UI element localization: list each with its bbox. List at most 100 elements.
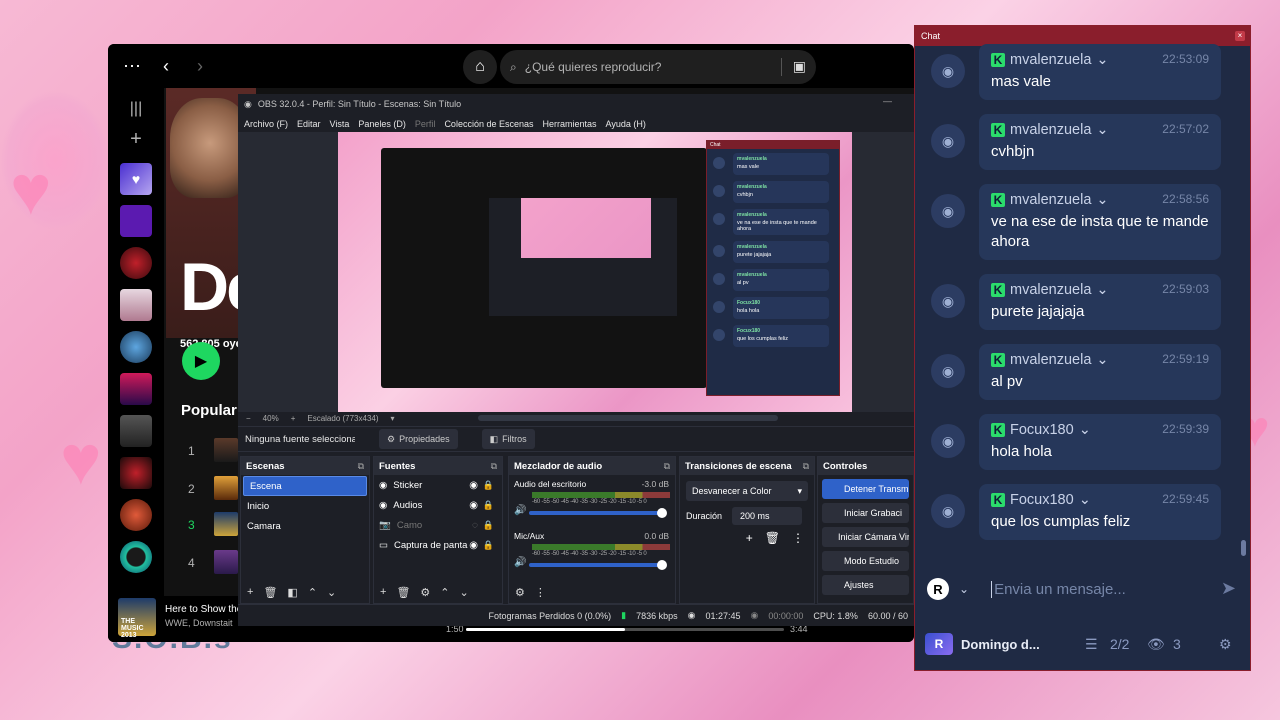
scene-item[interactable]: Camara bbox=[241, 517, 369, 537]
lock-icon[interactable]: 🔒 bbox=[483, 480, 494, 491]
gear-icon[interactable]: ⚙ bbox=[420, 586, 430, 599]
trash-icon[interactable]: 🗑 bbox=[263, 586, 277, 599]
undock-icon[interactable]: ⧉ bbox=[358, 461, 364, 472]
menu-archivo[interactable]: Archivo (F) bbox=[244, 119, 288, 129]
menu-ayuda[interactable]: Ayuda (H) bbox=[606, 119, 646, 129]
message-input[interactable]: Envia un mensaje... bbox=[991, 580, 1126, 598]
more-icon[interactable]: ⋮ bbox=[792, 531, 804, 545]
playlist-thumb[interactable] bbox=[120, 289, 152, 321]
scene-item[interactable]: Inicio bbox=[241, 497, 369, 517]
start-virtual-camera-button[interactable]: Iniciar Cámara Virtu bbox=[822, 527, 909, 547]
artist-thumb[interactable] bbox=[120, 331, 152, 363]
studio-mode-button[interactable]: Modo Estudio bbox=[822, 551, 909, 571]
gear-icon[interactable]: ⚙ bbox=[515, 586, 525, 599]
filters-button[interactable]: ◧ Filtros bbox=[481, 429, 535, 449]
library-icon[interactable]: ||| bbox=[130, 100, 142, 118]
start-recording-button[interactable]: Iniciar Grabaci bbox=[822, 503, 909, 523]
channel-name[interactable]: Domingo d... bbox=[961, 637, 1040, 652]
avatar-robot-icon[interactable]: ◉ bbox=[931, 54, 965, 88]
track-art[interactable] bbox=[214, 550, 238, 574]
add-icon[interactable]: + bbox=[380, 586, 386, 598]
trash-icon[interactable]: 🗑 bbox=[396, 586, 410, 599]
liked-songs-thumb[interactable]: ♥ bbox=[120, 163, 152, 195]
scene-item[interactable]: Escena bbox=[243, 476, 367, 496]
avatar-robot-icon[interactable]: ◉ bbox=[931, 494, 965, 528]
undock-icon[interactable]: ⧉ bbox=[803, 461, 809, 472]
move-up-icon[interactable]: ⌃ bbox=[308, 586, 317, 599]
zoom-out-icon[interactable]: − bbox=[246, 414, 251, 423]
source-item[interactable]: ▭ Captura de panta ◉ 🔒 bbox=[374, 535, 502, 555]
account-badge[interactable]: R bbox=[927, 578, 949, 600]
slider-handle[interactable] bbox=[657, 560, 667, 570]
now-playing-art[interactable]: THE MUSIC 2013 bbox=[118, 598, 156, 639]
eye-icon[interactable]: ◉ bbox=[469, 500, 478, 511]
channel-logo[interactable]: R bbox=[925, 633, 953, 655]
play-button[interactable]: ▶ bbox=[182, 342, 220, 380]
playlist-thumb[interactable] bbox=[120, 373, 152, 405]
progress-bar[interactable] bbox=[466, 628, 784, 631]
minimize-icon[interactable]: — bbox=[883, 96, 892, 106]
speaker-icon[interactable]: 🔊 bbox=[514, 557, 526, 568]
add-icon[interactable]: + bbox=[746, 531, 753, 545]
track-art[interactable] bbox=[214, 438, 238, 462]
stop-stream-button[interactable]: Detener Transmi bbox=[822, 479, 909, 499]
duration-input[interactable]: 200 ms bbox=[732, 507, 803, 525]
more-options-icon[interactable]: ⋯ bbox=[122, 56, 142, 77]
scale-dropdown-icon[interactable]: ▾ bbox=[391, 414, 395, 423]
home-button[interactable]: ⌂ bbox=[463, 50, 497, 84]
move-down-icon[interactable]: ⌄ bbox=[460, 586, 469, 599]
avatar-robot-icon[interactable]: ◉ bbox=[931, 194, 965, 228]
settings-button[interactable]: Ajustes bbox=[822, 575, 909, 595]
source-item[interactable]: ◉ Sticker ◉ 🔒 bbox=[374, 475, 502, 495]
speaker-icon[interactable]: 🔊 bbox=[514, 505, 526, 516]
forward-arrow-icon[interactable]: › bbox=[190, 56, 210, 77]
artist-thumb[interactable] bbox=[120, 499, 152, 531]
menu-perfil[interactable]: Perfil bbox=[415, 119, 436, 129]
avatar-robot-icon[interactable]: ◉ bbox=[931, 284, 965, 318]
add-icon[interactable]: + bbox=[247, 586, 253, 598]
more-icon[interactable]: ⋮ bbox=[535, 586, 546, 599]
track-art[interactable] bbox=[214, 512, 238, 536]
artist-thumb[interactable] bbox=[120, 247, 152, 279]
filter-icon[interactable]: ◧ bbox=[287, 586, 297, 599]
playlist-thumb[interactable] bbox=[120, 205, 152, 237]
avatar-robot-icon[interactable]: ◉ bbox=[931, 354, 965, 388]
source-item[interactable]: ◉ Audios ◉ 🔒 bbox=[374, 495, 502, 515]
zoom-in-icon[interactable]: + bbox=[291, 414, 296, 423]
move-up-icon[interactable]: ⌃ bbox=[440, 586, 449, 599]
send-icon[interactable]: ➤ bbox=[1221, 578, 1236, 599]
menu-herramientas[interactable]: Herramientas bbox=[543, 119, 597, 129]
track-art[interactable] bbox=[214, 476, 238, 500]
trash-icon[interactable]: 🗑 bbox=[765, 531, 780, 545]
playlist-thumb[interactable] bbox=[120, 415, 152, 447]
settings-icon[interactable]: ⚙ bbox=[1219, 636, 1232, 653]
menu-coleccion[interactable]: Colección de Escenas bbox=[444, 119, 533, 129]
lock-icon[interactable]: 🔒 bbox=[483, 540, 494, 551]
eye-icon[interactable]: ◉ bbox=[469, 540, 478, 551]
search-input[interactable]: ⌕ ¿Qué quieres reproducir? ▣ bbox=[500, 50, 816, 84]
volume-slider[interactable] bbox=[529, 560, 667, 570]
eye-icon[interactable]: ◉ bbox=[469, 480, 478, 491]
menu-paneles[interactable]: Paneles (D) bbox=[358, 119, 406, 129]
source-item[interactable]: 📷 Camo ◌ 🔒 bbox=[374, 515, 502, 535]
create-playlist-icon[interactable]: + bbox=[130, 128, 142, 151]
undock-icon[interactable]: ⧉ bbox=[664, 461, 670, 472]
slider-handle[interactable] bbox=[657, 508, 667, 518]
lock-icon[interactable]: 🔒 bbox=[483, 520, 494, 531]
menu-editar[interactable]: Editar bbox=[297, 119, 321, 129]
undock-icon[interactable]: ⧉ bbox=[491, 461, 497, 472]
playlist-thumb[interactable] bbox=[120, 457, 152, 489]
browse-icon[interactable]: ▣ bbox=[793, 58, 806, 75]
preview-canvas[interactable]: Chat mvalenzuela mas vale mvalenzuela cvhb… bbox=[338, 132, 852, 412]
now-playing-title[interactable]: Here to Show the bbox=[165, 604, 242, 615]
transition-select[interactable]: Desvanecer a Color ▾ bbox=[686, 481, 808, 501]
close-icon[interactable]: × bbox=[1235, 31, 1245, 41]
artist-thumb[interactable] bbox=[120, 541, 152, 573]
avatar-robot-icon[interactable]: ◉ bbox=[931, 424, 965, 458]
chevron-down-icon[interactable]: ⌄ bbox=[959, 582, 969, 596]
preview-scrollbar[interactable] bbox=[478, 415, 778, 421]
move-down-icon[interactable]: ⌄ bbox=[327, 586, 336, 599]
properties-button[interactable]: ⚙ Propiedades bbox=[379, 429, 458, 449]
volume-slider[interactable] bbox=[529, 508, 667, 518]
obs-preview[interactable]: Chat mvalenzuela mas vale mvalenzuela cvhb… bbox=[238, 132, 914, 412]
